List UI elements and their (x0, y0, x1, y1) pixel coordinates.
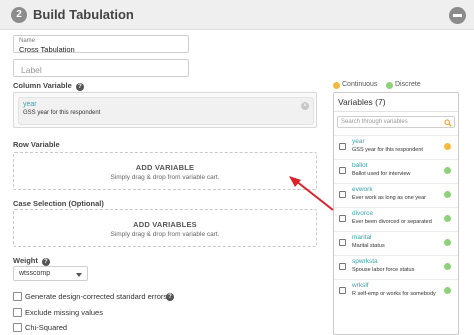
option-exclude-missing[interactable]: Exclude missing values (13, 307, 133, 318)
search-placeholder: Search through variables (341, 119, 408, 125)
variable-row-ballot[interactable]: ballot Ballot used for interview (334, 159, 458, 183)
option-design-corrected[interactable]: Generate design-corrected standard error… (13, 291, 193, 302)
continuous-dot-icon (444, 143, 451, 150)
variable-row-spwrksta[interactable]: spwrksta Spouse labor force status (334, 255, 458, 279)
discrete-dot-icon (444, 167, 451, 174)
discrete-dot-icon (444, 215, 451, 222)
variable-name: wrkslf (352, 282, 369, 289)
variable-search-input[interactable]: Search through variables (337, 116, 455, 128)
variable-name: divorce (352, 210, 373, 217)
legend-discrete-label: Discrete (395, 81, 421, 88)
name-field[interactable]: Name Cross Tabulation (13, 35, 189, 54)
variables-panel: Variables (7) Search through variables y… (333, 92, 459, 335)
column-variable-chip[interactable]: year GSS year for this respondent × (18, 97, 314, 125)
search-icon[interactable] (444, 118, 452, 127)
help-icon[interactable]: ? (166, 292, 174, 301)
variable-row-wrkslf[interactable]: wrkslf R self-emp or works for somebody (334, 279, 458, 303)
checkbox[interactable] (339, 167, 346, 174)
variable-name: spwrksta (352, 258, 378, 265)
variable-name: ballot (352, 162, 368, 169)
option-label: Exclude missing values (25, 308, 103, 317)
discrete-dot-icon (444, 239, 451, 246)
variable-name: marital (352, 234, 372, 241)
option-label: Generate design-corrected standard error… (25, 292, 168, 301)
case-selection-label: Case Selection (Optional) (13, 199, 104, 208)
row-dropzone-hint: Simply drag & drop from variable cart. (110, 174, 220, 181)
case-dropzone-hint: Simply drag & drop from variable cart. (110, 231, 220, 238)
checkbox[interactable] (13, 292, 22, 301)
label-field-placeholder: Label (21, 65, 42, 75)
continuous-dot-icon (333, 82, 340, 89)
discrete-dot-icon (444, 287, 451, 294)
checkbox[interactable] (339, 215, 346, 222)
variable-description: Spouse labor force status (352, 267, 415, 273)
variable-description: Marital status (352, 243, 385, 249)
variable-description: R self-emp or works for somebody (352, 291, 436, 297)
row-variable-label: Row Variable (13, 140, 60, 149)
column-variable-heading: Column Variable? (13, 81, 84, 91)
chip-variable-name: year (23, 101, 37, 108)
variable-description: Ballot used for interview (352, 171, 411, 177)
chip-variable-description: GSS year for this respondent (23, 110, 101, 116)
variable-description: Ever been divorced or separated (352, 219, 432, 225)
discrete-dot-icon (386, 82, 393, 89)
discrete-dot-icon (444, 191, 451, 198)
checkbox[interactable] (339, 287, 346, 294)
row-dropzone-title: ADD VARIABLE (135, 163, 195, 172)
name-field-label: Name (19, 38, 36, 44)
case-selection-dropzone[interactable]: ADD VARIABLES Simply drag & drop from va… (13, 209, 317, 247)
variable-row-evwork[interactable]: evwork Ever work as long as one year (334, 183, 458, 207)
section-title: Build Tabulation (33, 7, 134, 22)
checkbox[interactable] (339, 263, 346, 270)
column-variable-label: Column Variable (13, 81, 72, 90)
divider (334, 111, 458, 112)
checkbox[interactable] (339, 239, 346, 246)
variable-row-divorce[interactable]: divorce Ever been divorced or separated (334, 207, 458, 231)
weight-label: Weight (13, 256, 38, 265)
variable-row-marital[interactable]: marital Marital status (334, 231, 458, 255)
section-header: 2 Build Tabulation (0, 0, 474, 30)
weight-select[interactable]: wtsscomp (13, 266, 88, 281)
chevron-down-icon (76, 273, 82, 277)
discrete-dot-icon (444, 263, 451, 270)
checkbox[interactable] (13, 308, 22, 317)
row-variable-dropzone[interactable]: ADD VARIABLE Simply drag & drop from var… (13, 152, 317, 190)
weight-select-value: wtsscomp (19, 270, 51, 277)
variable-description: GSS year for this respondent (352, 147, 423, 153)
variables-panel-title: Variables (7) (338, 97, 386, 107)
name-field-value: Cross Tabulation (19, 45, 75, 54)
variable-name: year (352, 138, 365, 145)
help-icon[interactable]: ? (75, 83, 84, 91)
option-label: Chi-Squared (25, 323, 68, 332)
variable-name: evwork (352, 186, 373, 193)
checkbox[interactable] (339, 143, 346, 150)
variable-row-year[interactable]: year GSS year for this respondent (334, 135, 458, 159)
weight-heading: Weight? (13, 256, 50, 266)
column-variable-dropzone[interactable]: year GSS year for this respondent × (13, 92, 317, 128)
close-icon[interactable]: × (301, 102, 309, 110)
label-field[interactable]: Label (13, 59, 189, 77)
help-icon[interactable]: ? (41, 258, 50, 266)
checkbox[interactable] (339, 191, 346, 198)
variable-type-legend: Continuous Discrete (333, 81, 463, 90)
case-dropzone-title: ADD VARIABLES (133, 220, 197, 229)
option-chi-squared[interactable]: Chi-Squared (13, 322, 113, 333)
variable-description: Ever work as long as one year (352, 195, 426, 201)
step-number-badge: 2 (11, 7, 27, 23)
checkbox[interactable] (13, 323, 22, 332)
collapse-icon[interactable] (449, 7, 466, 24)
legend-continuous-label: Continuous (342, 81, 378, 88)
